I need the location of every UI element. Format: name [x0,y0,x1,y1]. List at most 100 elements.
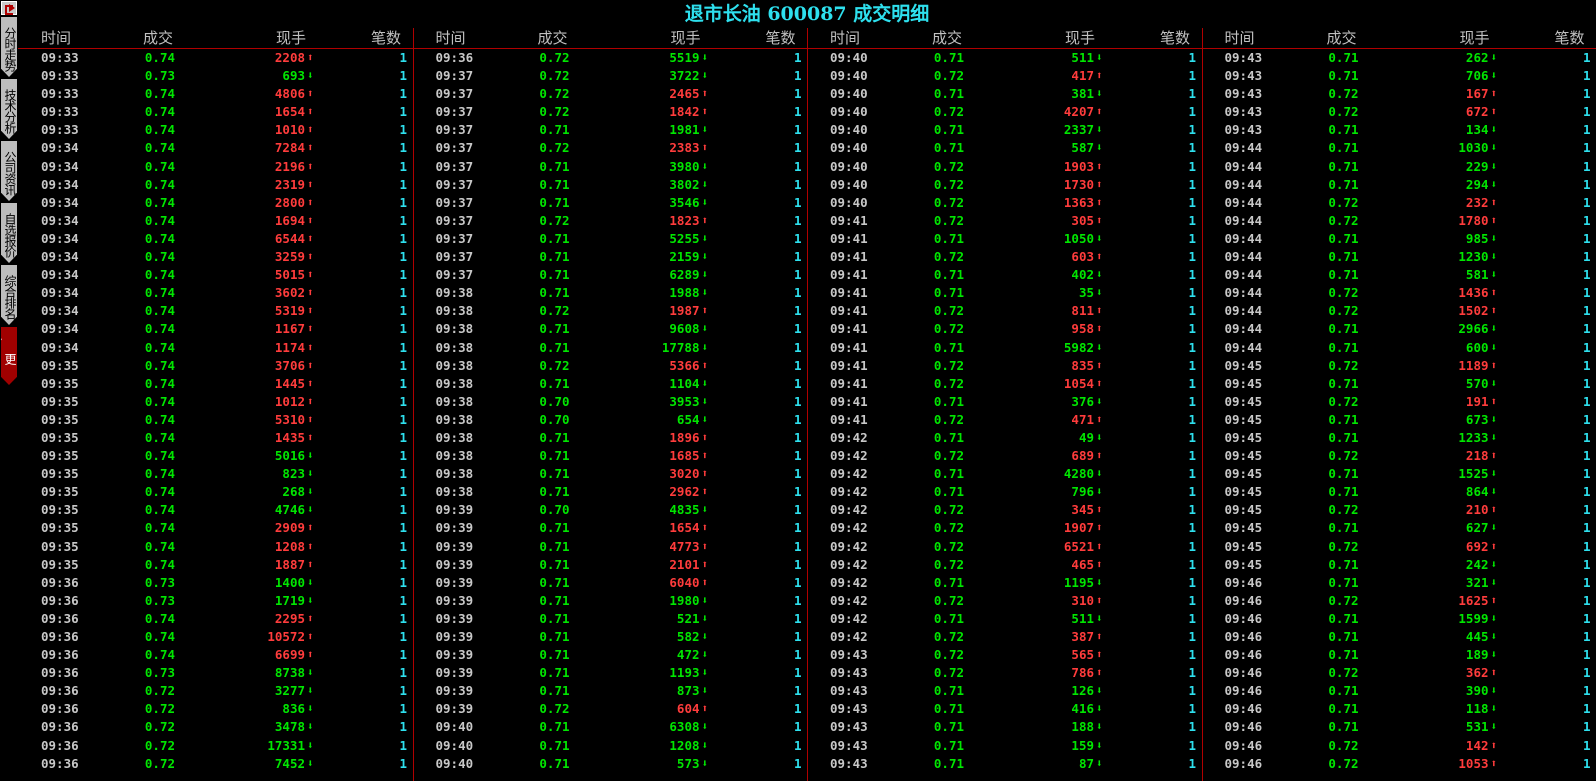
trade-row[interactable]: 09:45 0.71 1233 ⬇ 1 [1202,429,1596,447]
trade-row[interactable]: 09:45 0.71 1525 ⬇ 1 [1202,465,1596,483]
trade-row[interactable]: 09:35 0.74 4746 ⬇ 1 [18,501,413,519]
trade-row[interactable]: 09:39 0.71 582 ⬇ 1 [413,628,808,646]
trade-row[interactable]: 09:34 0.74 5319 ⬆ 1 [18,302,413,320]
trade-row[interactable]: 09:38 0.71 2962 ⬆ 1 [413,483,808,501]
trade-row[interactable]: 09:38 0.72 5366 ⬆ 1 [413,357,808,375]
trade-row[interactable]: 09:39 0.71 2101 ⬆ 1 [413,556,808,574]
trade-row[interactable]: 09:34 0.74 7284 ⬆ 1 [18,139,413,157]
trade-row[interactable]: 09:37 0.72 1823 ⬆ 1 [413,212,808,230]
trade-row[interactable]: 09:42 0.72 310 ⬆ 1 [807,592,1202,610]
trade-row[interactable]: 09:41 0.71 402 ⬇ 1 [807,266,1202,284]
trade-row[interactable]: 09:46 0.71 531 ⬇ 1 [1202,718,1596,736]
side-tab-more[interactable]: 更多... [1,327,17,385]
trade-row[interactable]: 09:42 0.71 4280 ⬇ 1 [807,465,1202,483]
trade-row[interactable]: 09:36 0.73 1719 ⬇ 1 [18,592,413,610]
trade-row[interactable]: 09:41 0.71 35 ⬇ 1 [807,284,1202,302]
trade-row[interactable]: 09:36 0.73 1400 ⬇ 1 [18,574,413,592]
trade-row[interactable]: 09:38 0.71 3020 ⬆ 1 [413,465,808,483]
trade-row[interactable]: 09:42 0.72 689 ⬆ 1 [807,447,1202,465]
trade-row[interactable]: 09:45 0.72 191 ⬆ 1 [1202,393,1596,411]
trade-row[interactable]: 09:33 0.74 1010 ⬆ 1 [18,121,413,139]
trade-row[interactable]: 09:40 0.72 1363 ⬆ 1 [807,194,1202,212]
trade-row[interactable]: 09:42 0.72 465 ⬆ 1 [807,556,1202,574]
trade-row[interactable]: 09:39 0.72 604 ⬆ 1 [413,700,808,718]
trade-row[interactable]: 09:36 0.74 6699 ⬆ 1 [18,646,413,664]
trade-row[interactable]: 09:37 0.72 3722 ⬇ 1 [413,67,808,85]
trade-row[interactable]: 09:46 0.72 362 ⬆ 1 [1202,664,1596,682]
trade-row[interactable]: 09:37 0.71 6289 ⬇ 1 [413,266,808,284]
trade-row[interactable]: 09:41 0.72 305 ⬆ 1 [807,212,1202,230]
trade-row[interactable]: 09:40 0.71 381 ⬇ 1 [807,85,1202,103]
trade-row[interactable]: 09:35 0.74 268 ⬇ 1 [18,483,413,501]
trade-row[interactable]: 09:39 0.70 4835 ⬇ 1 [413,501,808,519]
trade-row[interactable]: 09:39 0.71 873 ⬇ 1 [413,682,808,700]
trade-row[interactable]: 09:43 0.71 126 ⬇ 1 [807,682,1202,700]
trade-row[interactable]: 09:42 0.71 796 ⬇ 1 [807,483,1202,501]
trade-row[interactable]: 09:36 0.72 3277 ⬇ 1 [18,682,413,700]
trade-row[interactable]: 09:45 0.71 864 ⬇ 1 [1202,483,1596,501]
trade-row[interactable]: 09:45 0.71 673 ⬇ 1 [1202,411,1596,429]
trade-row[interactable]: 09:46 0.72 1053 ⬆ 1 [1202,755,1596,773]
trade-row[interactable]: 09:44 0.72 1502 ⬆ 1 [1202,302,1596,320]
trade-row[interactable]: 09:43 0.71 159 ⬇ 1 [807,737,1202,755]
trade-row[interactable]: 09:42 0.72 1907 ⬆ 1 [807,519,1202,537]
trade-row[interactable]: 09:37 0.72 2383 ⬆ 1 [413,139,808,157]
trade-row[interactable]: 09:46 0.71 390 ⬇ 1 [1202,682,1596,700]
trade-row[interactable]: 09:34 0.74 3259 ⬆ 1 [18,248,413,266]
exit-icon[interactable] [1,1,17,15]
trade-row[interactable]: 09:41 0.72 811 ⬆ 1 [807,302,1202,320]
trade-row[interactable]: 09:44 0.71 1230 ⬇ 1 [1202,248,1596,266]
trade-row[interactable]: 09:44 0.72 1436 ⬆ 1 [1202,284,1596,302]
trade-row[interactable]: 09:37 0.71 2159 ⬇ 1 [413,248,808,266]
trade-row[interactable]: 09:34 0.74 2800 ⬆ 1 [18,194,413,212]
trade-row[interactable]: 09:39 0.71 1654 ⬆ 1 [413,519,808,537]
trade-row[interactable]: 09:38 0.71 1104 ⬇ 1 [413,375,808,393]
trade-row[interactable]: 09:37 0.71 3546 ⬇ 1 [413,194,808,212]
trade-row[interactable]: 09:45 0.72 218 ⬆ 1 [1202,447,1596,465]
side-tab-ranking[interactable]: 综合排名 [1,265,17,325]
trade-row[interactable]: 09:35 0.74 1435 ⬆ 1 [18,429,413,447]
trade-row[interactable]: 09:46 0.72 1625 ⬆ 1 [1202,592,1596,610]
trade-row[interactable]: 09:37 0.71 3802 ⬇ 1 [413,176,808,194]
trade-row[interactable]: 09:38 0.70 654 ⬇ 1 [413,411,808,429]
trade-row[interactable]: 09:43 0.72 786 ⬆ 1 [807,664,1202,682]
trade-row[interactable]: 09:36 0.72 7452 ⬇ 1 [18,755,413,773]
trade-row[interactable]: 09:36 0.72 17331 ⬇ 1 [18,737,413,755]
trade-row[interactable]: 09:37 0.71 1981 ⬇ 1 [413,121,808,139]
trade-row[interactable]: 09:44 0.71 2966 ⬇ 1 [1202,320,1596,338]
trade-row[interactable]: 09:34 0.74 5015 ⬆ 1 [18,266,413,284]
trade-row[interactable]: 09:40 0.72 4207 ⬆ 1 [807,103,1202,121]
trade-row[interactable]: 09:41 0.72 958 ⬆ 1 [807,320,1202,338]
trade-row[interactable]: 09:39 0.71 1193 ⬇ 1 [413,664,808,682]
trade-row[interactable]: 09:42 0.71 1195 ⬇ 1 [807,574,1202,592]
trade-row[interactable]: 09:35 0.74 1012 ⬆ 1 [18,393,413,411]
trade-row[interactable]: 09:42 0.72 345 ⬆ 1 [807,501,1202,519]
trade-row[interactable]: 09:39 0.71 6040 ⬆ 1 [413,574,808,592]
trade-row[interactable]: 09:33 0.74 1654 ⬆ 1 [18,103,413,121]
trade-row[interactable]: 09:40 0.71 2337 ⬇ 1 [807,121,1202,139]
trade-row[interactable]: 09:44 0.71 229 ⬇ 1 [1202,158,1596,176]
trade-row[interactable]: 09:44 0.72 232 ⬆ 1 [1202,194,1596,212]
trade-row[interactable]: 09:36 0.72 836 ⬇ 1 [18,700,413,718]
trade-row[interactable]: 09:35 0.74 3706 ⬆ 1 [18,357,413,375]
trade-row[interactable]: 09:41 0.72 1054 ⬆ 1 [807,375,1202,393]
trade-row[interactable]: 09:38 0.71 17788 ⬇ 1 [413,339,808,357]
trade-row[interactable]: 09:40 0.71 573 ⬇ 1 [413,755,808,773]
trade-row[interactable]: 09:44 0.72 1780 ⬆ 1 [1202,212,1596,230]
trade-row[interactable]: 09:43 0.71 87 ⬇ 1 [807,755,1202,773]
trade-row[interactable]: 09:39 0.71 1980 ⬇ 1 [413,592,808,610]
trade-row[interactable]: 09:40 0.71 587 ⬇ 1 [807,139,1202,157]
trade-row[interactable]: 09:35 0.74 1887 ⬆ 1 [18,556,413,574]
trade-row[interactable]: 09:43 0.72 565 ⬆ 1 [807,646,1202,664]
trade-row[interactable]: 09:46 0.71 189 ⬇ 1 [1202,646,1596,664]
trade-row[interactable]: 09:44 0.71 985 ⬇ 1 [1202,230,1596,248]
trade-row[interactable]: 09:43 0.71 134 ⬇ 1 [1202,121,1596,139]
side-tab-watchlist[interactable]: 自选报价 [1,203,17,263]
trade-row[interactable]: 09:42 0.72 6521 ⬆ 1 [807,538,1202,556]
trade-row[interactable]: 09:42 0.71 511 ⬇ 1 [807,610,1202,628]
trade-row[interactable]: 09:37 0.71 5255 ⬇ 1 [413,230,808,248]
trade-row[interactable]: 09:41 0.72 471 ⬆ 1 [807,411,1202,429]
side-tab-intraday[interactable]: 分时走势 [1,17,17,77]
trade-row[interactable]: 09:44 0.71 294 ⬇ 1 [1202,176,1596,194]
trade-row[interactable]: 09:41 0.71 1050 ⬇ 1 [807,230,1202,248]
